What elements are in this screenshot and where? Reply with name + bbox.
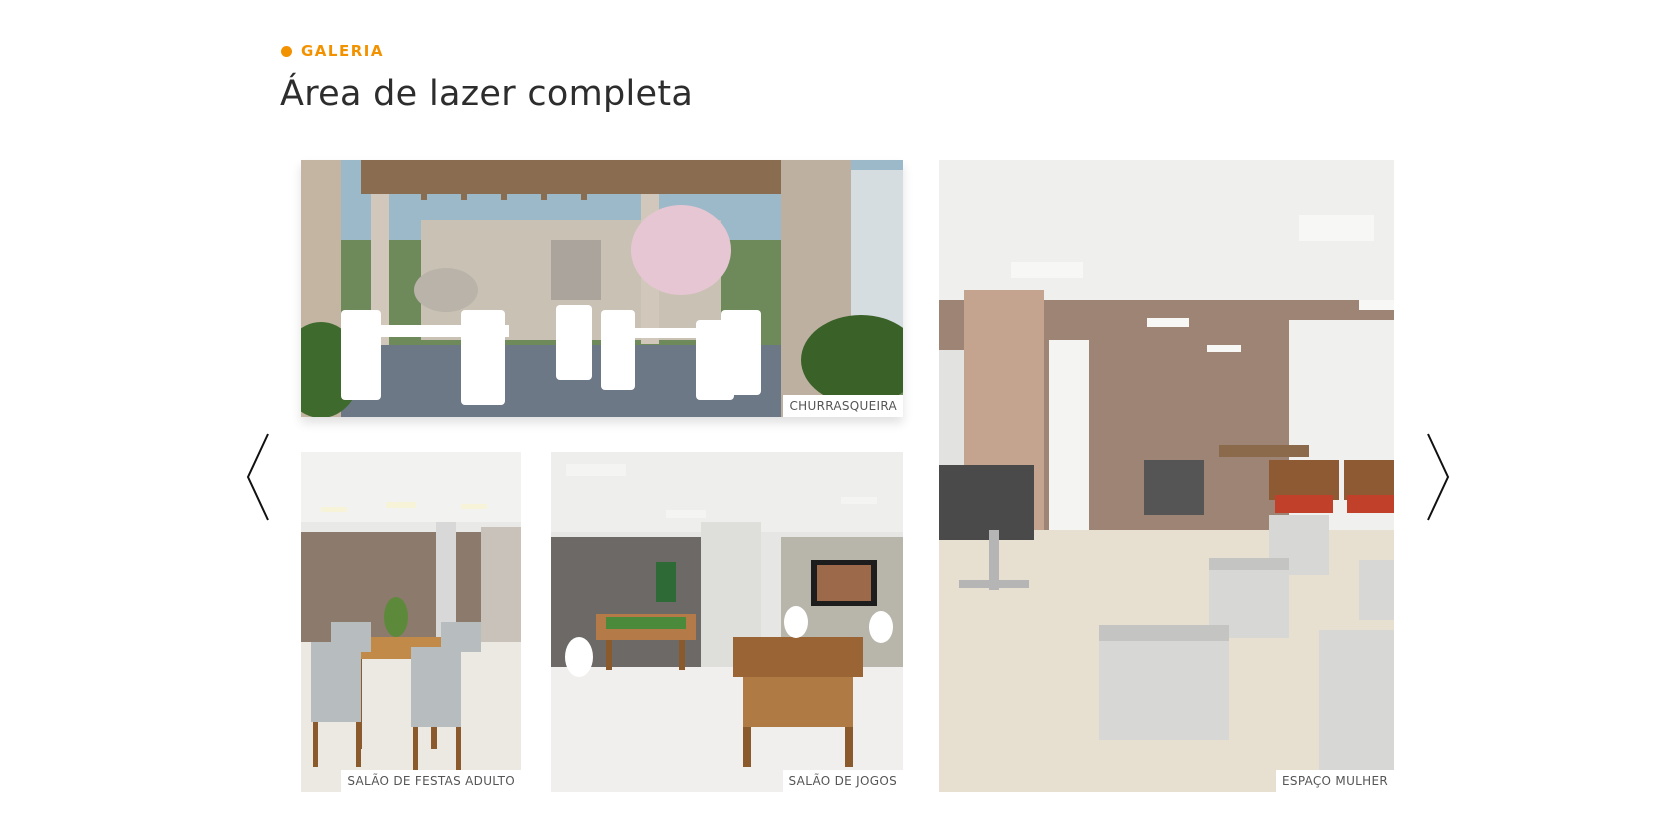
section-tag: GALERIA	[281, 42, 384, 60]
gallery-item-espaco-mulher[interactable]: ESPAÇO MULHER	[939, 160, 1394, 792]
carousel-next-button[interactable]	[1422, 432, 1452, 522]
gallery-caption: ESPAÇO MULHER	[1276, 770, 1394, 792]
page-title: Área de lazer completa	[280, 74, 694, 114]
gallery-caption: SALÃO DE JOGOS	[782, 770, 903, 792]
espaco-mulher-photo	[939, 160, 1394, 792]
gallery-item-churrasqueira[interactable]: CHURRASQUEIRA	[301, 160, 903, 417]
chevron-right-icon	[1427, 433, 1450, 521]
salao-de-jogos-photo	[551, 452, 903, 792]
gallery-item-salao-de-jogos[interactable]: SALÃO DE JOGOS	[551, 452, 903, 792]
carousel-prev-button[interactable]	[244, 432, 274, 522]
bullet-dot-icon	[281, 45, 292, 57]
gallery-item-salao-de-festas-adulto[interactable]: SALÃO DE FESTAS ADULTO	[301, 452, 521, 792]
chevron-left-icon	[246, 433, 269, 521]
gallery-caption: CHURRASQUEIRA	[783, 395, 903, 417]
churrasqueira-photo	[301, 160, 903, 417]
salao-de-festas-photo	[301, 452, 521, 792]
section-label: GALERIA	[301, 42, 384, 60]
gallery-caption: SALÃO DE FESTAS ADULTO	[341, 770, 521, 792]
